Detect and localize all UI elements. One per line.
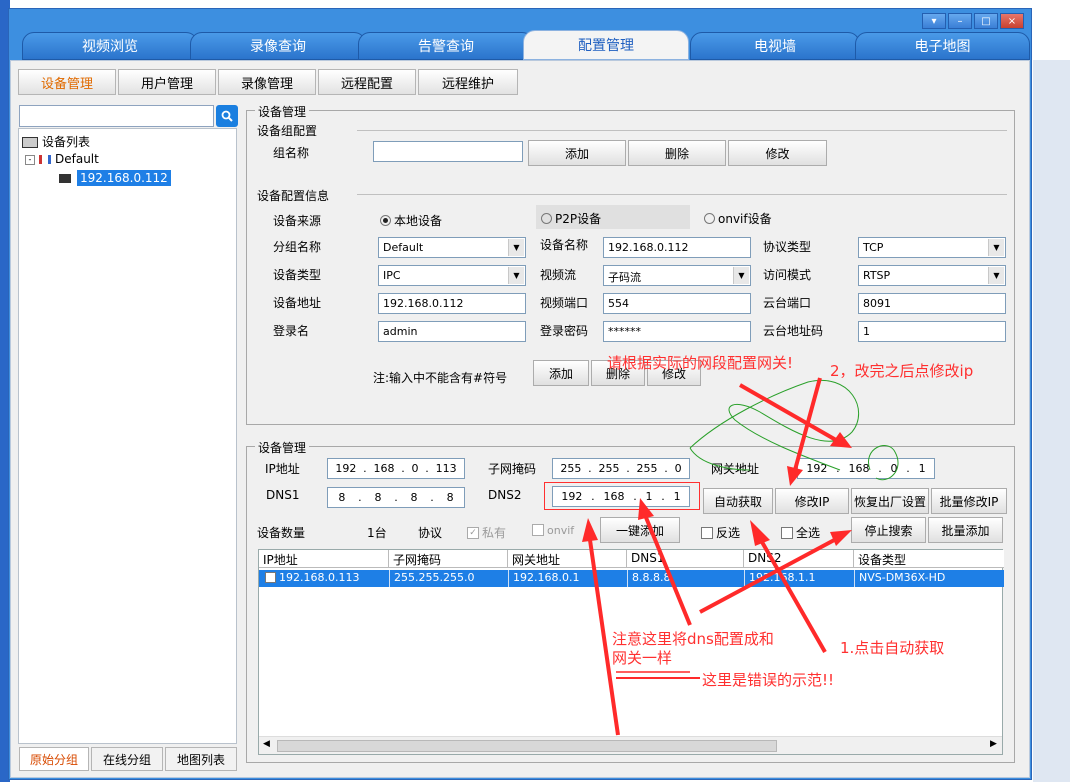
annotation-overlay — [582, 377, 899, 736]
arrow-dns-2 — [643, 514, 692, 626]
arrow-dns-2-head — [638, 498, 654, 520]
annotation-gateway-note: 请根据实际的网段配置网关! — [607, 354, 794, 372]
annotation-step2: 2，改完之后点修改ip — [830, 362, 974, 380]
arrow-dns-1-head — [582, 518, 598, 542]
arrow-modify-ip — [793, 377, 822, 471]
arrow-gateway — [739, 383, 837, 442]
arrow-modify-ip-head — [787, 466, 803, 486]
green-scribble — [689, 379, 860, 471]
annotation-wrong-example: 这里是错误的示范!! — [702, 671, 835, 689]
green-scribble-2 — [689, 447, 751, 471]
annotation-dns-note: 注意这里将dns配置成和网关一样 — [612, 630, 774, 667]
arrow-step1-head — [750, 520, 770, 546]
arrow-table — [699, 536, 839, 614]
green-circle-gateway — [868, 445, 899, 481]
arrow-table-head — [830, 530, 852, 546]
annotation-step1: 1.点击自动获取 — [840, 639, 945, 657]
